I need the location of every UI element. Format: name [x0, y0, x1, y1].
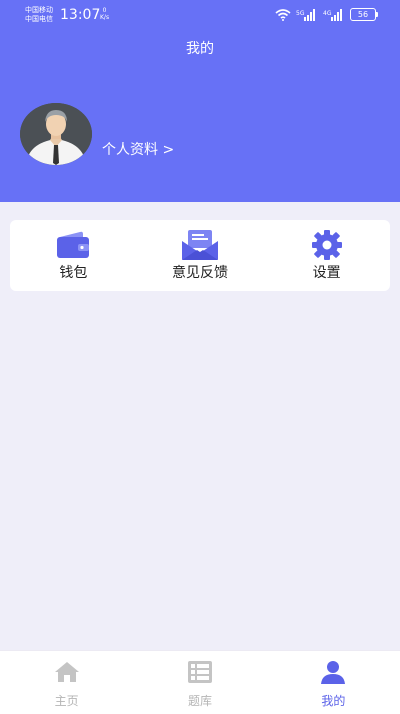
status-time: 13:07 [60, 7, 101, 23]
menu-item-settings[interactable]: 设置 [263, 220, 390, 291]
wifi-icon [275, 8, 291, 21]
menu-label-wallet: 钱包 [59, 265, 88, 281]
tab-label-home: 主页 [54, 694, 79, 708]
tab-question-bank[interactable]: 题库 [133, 651, 266, 714]
wallet-icon [57, 231, 90, 258]
signal-5g-icon: 5G [296, 8, 315, 21]
menu-label-settings: 设置 [312, 265, 341, 281]
network-2-text: 4G [323, 10, 332, 17]
battery-indicator: 56 [350, 8, 378, 21]
network-1-text: 5G [296, 10, 305, 17]
bottom-tab-bar: 主页 题库 我的 [0, 650, 400, 714]
network-speed: 0 K/s [100, 7, 109, 21]
signal-4g-icon: 4G [323, 8, 342, 21]
status-icons: 5G 4G 56 [275, 8, 378, 21]
carrier-info: 中国移动 中国电信 [25, 6, 53, 24]
page-title: 我的 [186, 41, 214, 57]
feedback-envelope-icon [182, 230, 218, 260]
home-icon [54, 662, 79, 682]
avatar[interactable] [20, 103, 92, 165]
profile-header: 中国移动 中国电信 13:07 0 K/s 5G 4G 56 我的 个人资料 > [0, 0, 400, 202]
avatar-person-icon [20, 103, 92, 165]
profile-icon [321, 661, 346, 684]
carrier-2: 中国电信 [25, 15, 53, 23]
tab-home[interactable]: 主页 [0, 651, 133, 714]
gear-icon [311, 230, 342, 260]
menu-item-wallet[interactable]: 钱包 [10, 220, 137, 291]
speed-unit: K/s [100, 14, 110, 21]
status-bar: 中国移动 中国电信 13:07 0 K/s 5G 4G 56 [0, 0, 400, 30]
menu-label-feedback: 意见反馈 [172, 265, 228, 281]
question-bank-icon [187, 661, 212, 683]
tab-label-question-bank: 题库 [187, 694, 212, 708]
profile-link[interactable]: 个人资料 > [102, 141, 174, 159]
tab-label-mine: 我的 [321, 694, 346, 708]
speed-value: 0 [102, 7, 107, 14]
carrier-1: 中国移动 [25, 6, 53, 14]
tab-mine[interactable]: 我的 [267, 651, 400, 714]
menu-card: 钱包 意见反馈 设置 [10, 220, 390, 291]
menu-item-feedback[interactable]: 意见反馈 [137, 220, 264, 291]
